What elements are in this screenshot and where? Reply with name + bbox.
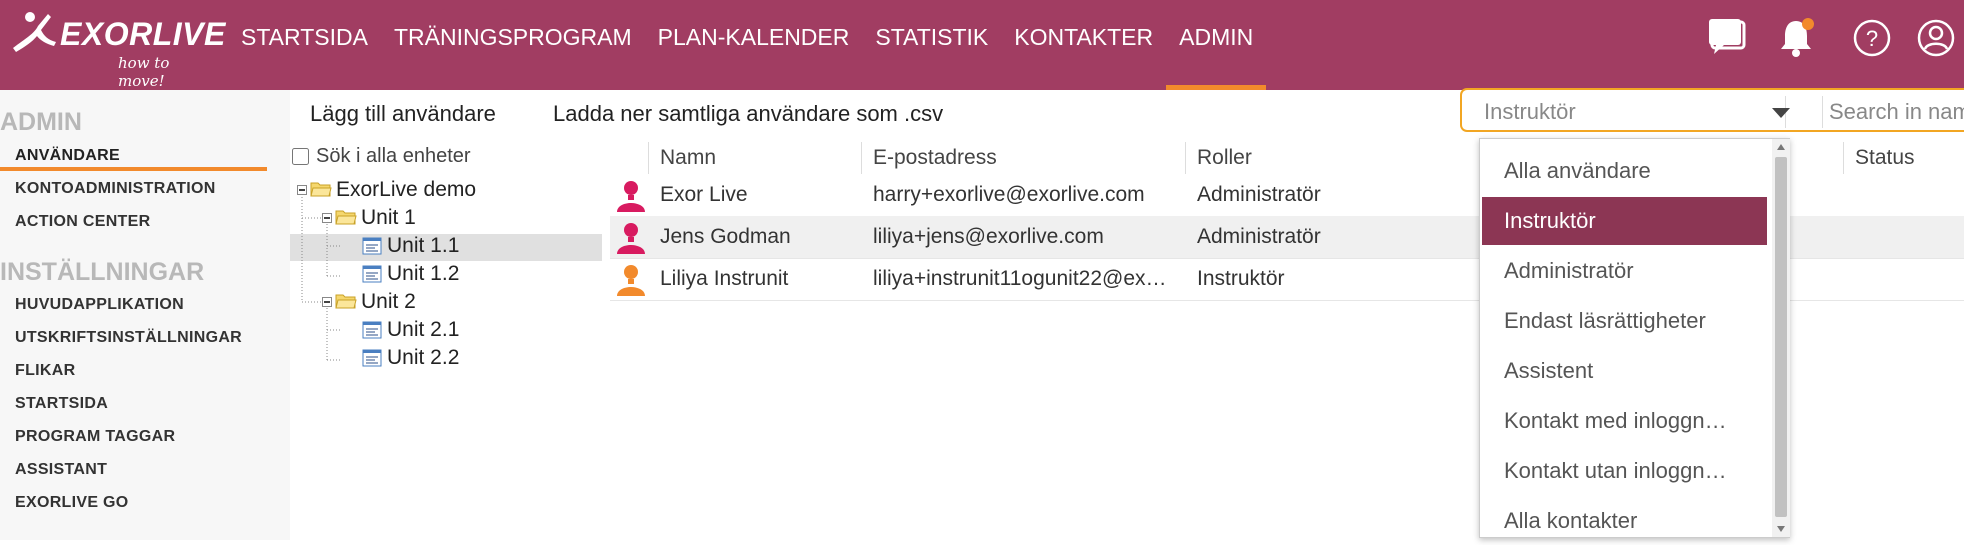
open-folder-icon	[335, 210, 357, 225]
search-all-units-input[interactable]	[292, 148, 309, 165]
cell-role: Instruktör	[1197, 267, 1285, 290]
tree-node-subunit[interactable]: Unit 2.2	[387, 345, 459, 371]
sidebar-item-kontoadministration[interactable]: KONTOADMINISTRATION	[15, 180, 216, 198]
unit-icon	[362, 349, 382, 367]
tree-node-subunit[interactable]: Unit 2.1	[387, 317, 459, 343]
cell-role: Administratör	[1197, 225, 1321, 248]
tree-node-unit[interactable]: Unit 1	[361, 205, 416, 231]
open-folder-icon	[335, 294, 357, 309]
tree-collapse-icon[interactable]	[322, 213, 332, 223]
person-icon	[617, 223, 645, 254]
tree-collapse-icon[interactable]	[322, 297, 332, 307]
sidebar-item-program-taggar[interactable]: PROGRAM TAGGAR	[15, 428, 175, 446]
dropdown-option[interactable]: Endast läsrättigheter	[1482, 297, 1767, 345]
main-nav: STARTSIDA TRÄNINGSPROGRAM PLAN-KALENDER STA…	[228, 0, 1267, 90]
dropdown-option[interactable]: Alla användare	[1482, 147, 1767, 195]
sidebar-heading-admin: ADMIN	[0, 108, 82, 136]
column-header-status[interactable]: Status	[1855, 140, 1915, 176]
chat-icon[interactable]	[1706, 16, 1750, 60]
cell-role: Administratör	[1197, 183, 1321, 206]
top-navigation-bar: EXORLIVE how to move! STARTSIDA TRÄNINGSP…	[0, 0, 1964, 90]
person-icon	[617, 265, 645, 296]
sidebar-active-underline	[0, 167, 267, 171]
sidebar-heading-installningar: INSTÄLLNINGAR	[0, 258, 205, 286]
column-header-namn[interactable]: Namn	[660, 140, 716, 176]
column-header-epost[interactable]: E-postadress	[873, 140, 997, 176]
scroll-up-icon[interactable]	[1777, 144, 1785, 150]
minus-icon	[299, 189, 305, 191]
sidebar-item-anvandare[interactable]: ANVÄNDARE	[15, 147, 120, 165]
role-filter-dropdown: Alla användare Instruktör Administratör End…	[1479, 138, 1790, 538]
cell-name: Jens Godman	[660, 225, 791, 248]
nav-item-tr-ningsprogram[interactable]: TRÄNINGSPROGRAM	[381, 0, 645, 90]
cell-email: liliya+instrunit11ogunit22@exorlive.com	[873, 267, 1178, 290]
tree-node-root[interactable]: ExorLive demo	[336, 177, 476, 203]
column-divider	[648, 142, 649, 174]
dropdown-scrollbar[interactable]	[1772, 139, 1790, 537]
role-filter-select[interactable]: Instruktör	[1478, 96, 1786, 128]
nav-item-statistik[interactable]: STATISTIK	[862, 0, 1001, 90]
search-all-units-label: Sök i alla enheter	[316, 145, 471, 167]
help-icon[interactable]: ?	[1850, 16, 1894, 60]
dropdown-scroll-thumb[interactable]	[1775, 157, 1787, 517]
unit-icon	[362, 237, 382, 255]
sidebar-item-flikar[interactable]: FLIKAR	[15, 362, 75, 380]
dropdown-option[interactable]: Alla kontakter	[1482, 497, 1767, 545]
dropdown-option[interactable]: Assistent	[1482, 347, 1767, 395]
search-all-units-checkbox[interactable]: Sök i alla enheter	[290, 145, 471, 168]
sidebar-item-action-center[interactable]: ACTION CENTER	[15, 213, 150, 231]
unit-icon	[362, 265, 382, 283]
open-folder-icon	[310, 182, 332, 197]
minus-icon	[324, 217, 330, 219]
logo-tagline: how to move!	[118, 54, 170, 90]
download-csv-button[interactable]: Ladda ner samtliga användare som .csv	[553, 101, 943, 127]
chevron-down-icon[interactable]	[1772, 108, 1790, 118]
logo-text: EXORLIVE	[60, 16, 226, 52]
dropdown-option[interactable]: Administratör	[1482, 247, 1767, 295]
sidebar-item-huvudapplikation[interactable]: HUVUDAPPLIKATION	[15, 296, 184, 314]
person-icon	[617, 181, 645, 212]
nav-item-kontakter[interactable]: KONTAKTER	[1001, 0, 1166, 90]
tree-collapse-icon[interactable]	[297, 185, 307, 195]
user-icon[interactable]	[1914, 16, 1958, 60]
nav-item-plan-kalender[interactable]: PLAN-KALENDER	[645, 0, 863, 90]
bell-icon[interactable]	[1774, 16, 1818, 60]
dropdown-option[interactable]: Kontakt utan inloggn…	[1482, 447, 1767, 495]
cell-email: liliya+jens@exorlive.com	[873, 225, 1104, 248]
column-divider	[1843, 142, 1844, 174]
column-divider	[1185, 142, 1186, 174]
search-name-input[interactable]: Search in name	[1822, 96, 1964, 128]
tree-node-subunit[interactable]: Unit 1.2	[387, 261, 459, 287]
svg-text:?: ?	[1866, 26, 1878, 51]
tree-node-unit[interactable]: Unit 2	[361, 289, 416, 315]
dropdown-option[interactable]: Kontakt med inloggn…	[1482, 397, 1767, 445]
dropdown-option[interactable]: Instruktör	[1482, 197, 1767, 245]
sidebar-item-startsida[interactable]: STARTSIDA	[15, 395, 108, 413]
sidebar-item-utskriftsinstallningar[interactable]: UTSKRIFTSINSTÄLLNINGAR	[15, 329, 242, 347]
column-header-roller[interactable]: Roller	[1197, 140, 1252, 176]
exorlive-logo[interactable]: EXORLIVE how to move!	[8, 8, 225, 90]
column-divider	[861, 142, 862, 174]
running-figure-icon	[13, 12, 56, 52]
nav-item-startsida[interactable]: STARTSIDA	[228, 0, 381, 90]
cell-name: Liliya Instrunit	[660, 267, 789, 290]
nav-item-admin[interactable]: ADMIN	[1166, 0, 1267, 90]
cell-email: harry+exorlive@exorlive.com	[873, 183, 1145, 206]
cell-name: Exor Live	[660, 183, 748, 206]
unit-icon	[362, 321, 382, 339]
scroll-down-icon[interactable]	[1777, 526, 1785, 532]
sidebar-item-exorlive-go[interactable]: EXORLIVE GO	[15, 494, 129, 512]
tree-node-subunit[interactable]: Unit 1.1	[387, 233, 459, 259]
add-user-button[interactable]: Lägg till användare	[310, 101, 496, 127]
minus-icon	[324, 301, 330, 303]
sidebar-item-assistant[interactable]: ASSISTANT	[15, 461, 107, 479]
